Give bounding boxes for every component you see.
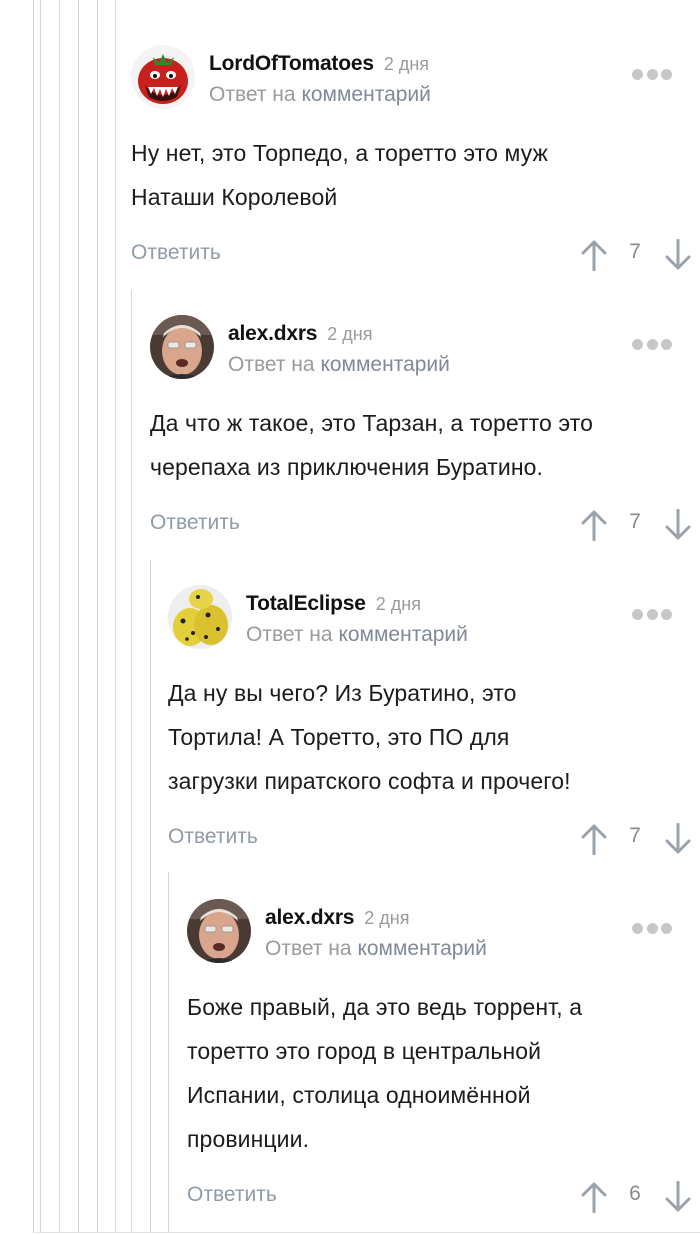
thread-line: [33, 0, 34, 1233]
timestamp: 2 дня: [383, 54, 430, 74]
comment-text: Ну нет, это Торпедо, а торетто это муж Н…: [131, 140, 549, 210]
author-name[interactable]: alex.dxrs: [228, 322, 317, 345]
timestamp: 2 дня: [327, 324, 373, 344]
comment: LordOfTomatoes 2 дня Ответ на комментарий…: [131, 45, 700, 277]
downvote-arrow-icon[interactable]: [664, 239, 692, 271]
divider: [33, 1232, 700, 1233]
vote-count: 6: [629, 1182, 641, 1205]
vote-controls: 7: [580, 237, 692, 277]
vote-count: 7: [629, 240, 641, 263]
parent-comment-link[interactable]: комментарий: [357, 937, 486, 960]
timestamp: 2 дня: [375, 594, 421, 614]
author-name[interactable]: alex.dxrs: [265, 906, 354, 929]
reply-button[interactable]: Ответить: [131, 241, 221, 265]
face-photo-avatar[interactable]: [187, 899, 251, 963]
comment-text: Боже правый, да это ведь торрент, а торе…: [187, 994, 583, 1152]
reply-button[interactable]: Ответить: [150, 511, 240, 535]
reply-context: Ответ на комментарий: [209, 83, 431, 106]
upvote-arrow-icon[interactable]: [580, 823, 608, 855]
thread-line: [115, 0, 116, 1233]
upvote-arrow-icon[interactable]: [580, 239, 608, 271]
reply-button[interactable]: Ответить: [187, 1183, 277, 1207]
thread-line: [78, 0, 79, 1233]
downvote-arrow-icon[interactable]: [664, 823, 692, 855]
parent-comment-link[interactable]: комментарий: [320, 353, 449, 376]
more-options-icon[interactable]: [632, 607, 672, 621]
thread-line: [40, 0, 41, 1233]
upvote-arrow-icon[interactable]: [580, 509, 608, 541]
reply-context: Ответ на комментарий: [228, 353, 450, 376]
comment: TotalEclipse 2 дня Ответ на комментарий Д…: [168, 585, 700, 861]
vote-controls: 6: [580, 1179, 692, 1219]
downvote-arrow-icon[interactable]: [664, 1181, 692, 1213]
more-options-icon[interactable]: [632, 67, 672, 81]
comment: alex.dxrs 2 дня Ответ на комментарий Да ч…: [150, 315, 700, 547]
timestamp: 2 дня: [364, 908, 410, 928]
vote-controls: 7: [580, 821, 692, 861]
thread-line: [150, 560, 151, 1233]
parent-comment-link[interactable]: комментарий: [338, 623, 467, 646]
tomato-monster-avatar[interactable]: [131, 45, 195, 109]
vote-count: 7: [629, 510, 641, 533]
reply-context: Ответ на комментарий: [265, 937, 487, 960]
author-name[interactable]: LordOfTomatoes: [209, 52, 374, 75]
comment-text: Да что ж такое, это Тарзан, а торетто эт…: [150, 410, 594, 480]
downvote-arrow-icon[interactable]: [664, 509, 692, 541]
reply-context: Ответ на комментарий: [246, 623, 468, 646]
comment: alex.dxrs 2 дня Ответ на комментарий Боже…: [187, 899, 700, 1219]
comment-text: Да ну вы чего? Из Буратино, это Тортила!…: [168, 680, 571, 794]
face-photo-avatar[interactable]: [150, 315, 214, 379]
more-options-icon[interactable]: [632, 337, 672, 351]
thread-line: [59, 0, 60, 1233]
author-name[interactable]: TotalEclipse: [246, 592, 366, 615]
parent-comment-link[interactable]: комментарий: [301, 83, 430, 106]
more-options-icon[interactable]: [632, 921, 672, 935]
yellow-figure-avatar[interactable]: [168, 585, 232, 649]
vote-controls: 7: [580, 507, 692, 547]
reply-button[interactable]: Ответить: [168, 825, 258, 849]
upvote-arrow-icon[interactable]: [580, 1181, 608, 1213]
thread-line: [168, 872, 169, 1233]
thread-line: [97, 0, 98, 1233]
thread-line: [131, 290, 132, 1233]
vote-count: 7: [629, 824, 641, 847]
